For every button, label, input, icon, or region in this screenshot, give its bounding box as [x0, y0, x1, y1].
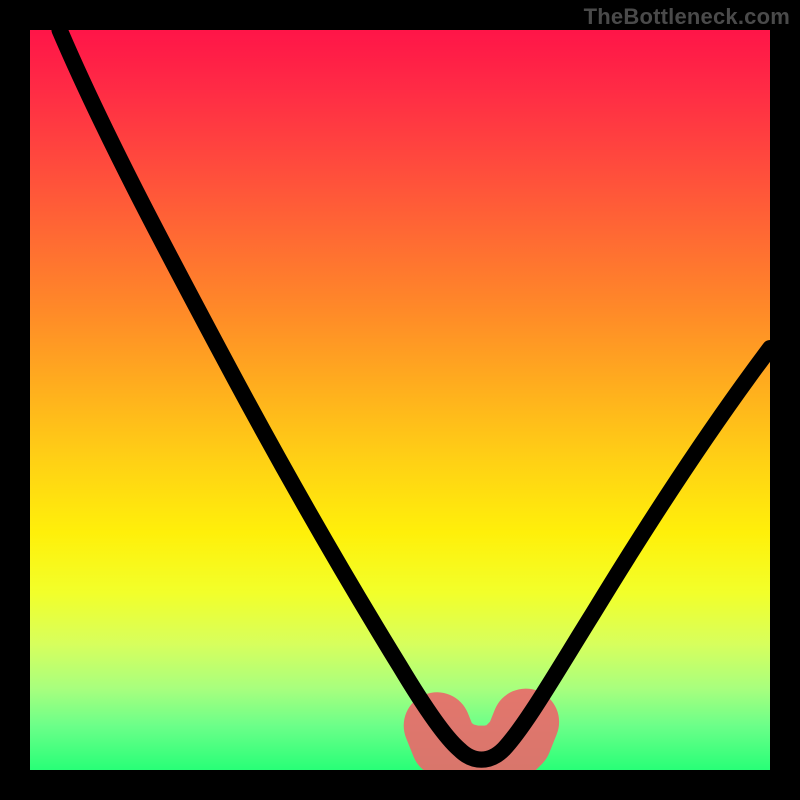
bottleneck-curve [60, 30, 770, 760]
chart-frame: TheBottleneck.com [0, 0, 800, 800]
curve-layer [30, 30, 770, 770]
watermark-text: TheBottleneck.com [584, 4, 790, 30]
plot-area [30, 30, 770, 770]
